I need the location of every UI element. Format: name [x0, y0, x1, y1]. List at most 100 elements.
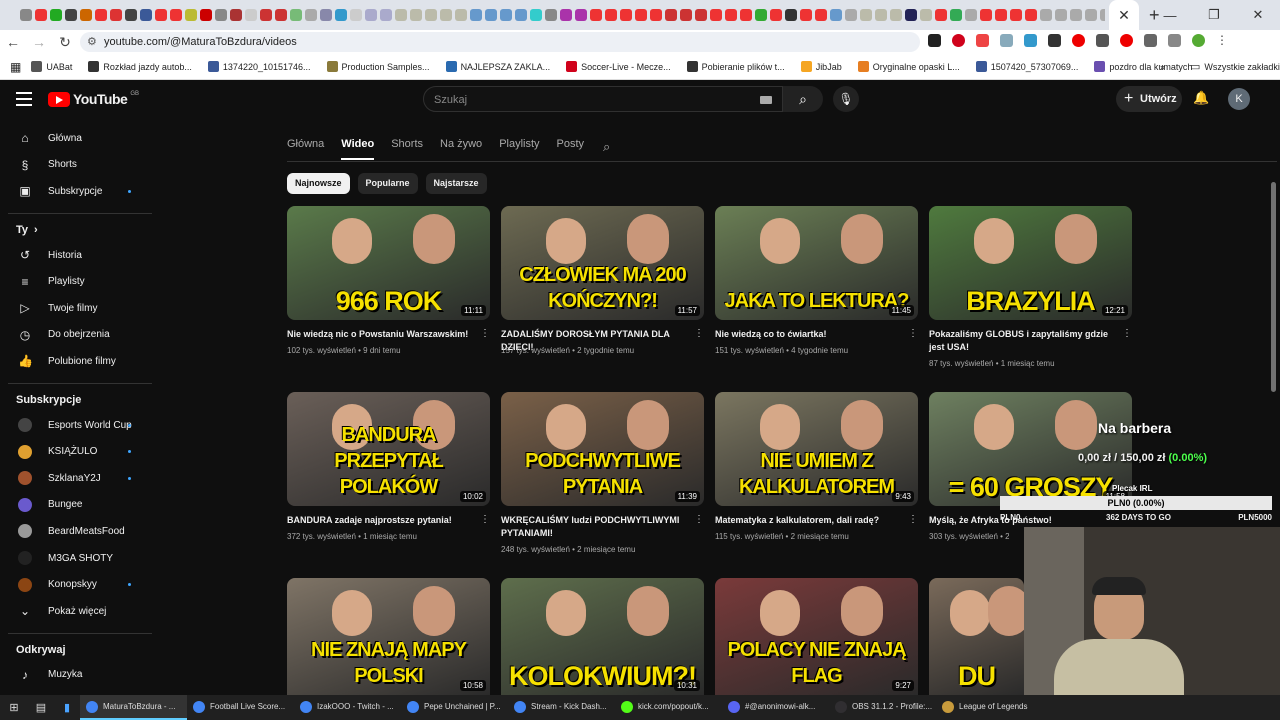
video-menu-kebab-icon[interactable]: ⋮ [694, 514, 704, 525]
extension-icon[interactable] [976, 34, 989, 47]
tab-favicon[interactable] [305, 9, 317, 21]
voice-search-button[interactable]: 🎙 [833, 86, 859, 112]
tab-favicon[interactable] [1085, 9, 1097, 21]
extension-icon[interactable] [1048, 34, 1061, 47]
tab-favicon[interactable] [215, 9, 227, 21]
tab-favicon[interactable] [725, 9, 737, 21]
video-thumbnail[interactable]: NIE UMIEM Z KALKULATOREM 9:43 [715, 392, 918, 506]
menu-icon[interactable] [16, 92, 32, 110]
video-menu-kebab-icon[interactable]: ⋮ [694, 328, 704, 339]
url-field[interactable]: ⚙ youtube.com/@MaturaToBzdura/videos [80, 32, 920, 52]
tab-favicon[interactable] [755, 9, 767, 21]
sidebar-item-polubione-filmy[interactable]: 👍 Polubione filmy [0, 348, 160, 375]
minimize-button[interactable]: — [1148, 8, 1192, 23]
active-tab-close[interactable]: ✕ [1109, 0, 1139, 30]
video-menu-kebab-icon[interactable]: ⋮ [480, 514, 490, 525]
sidebar-item-playlisty[interactable]: ≡ Playlisty [0, 268, 160, 295]
extension-icon[interactable] [1024, 34, 1037, 47]
tab-favicon[interactable] [350, 9, 362, 21]
sidebar-item-konopskyy[interactable]: Konopskyy [0, 571, 160, 598]
close-window-button[interactable]: ✕ [1236, 7, 1280, 23]
site-info-icon[interactable]: ⚙ [87, 32, 97, 52]
channel-search-icon[interactable]: ⌕ [603, 139, 610, 155]
back-button[interactable]: ← [0, 34, 26, 50]
bookmark-item[interactable]: Oryginalne opaski L... [853, 61, 965, 72]
tab-favicon[interactable] [740, 9, 752, 21]
tab-favicon[interactable] [245, 9, 257, 21]
sidebar-item-muzyka[interactable]: ♪ Muzyka [0, 662, 160, 689]
bookmark-item[interactable]: Production Samples... [322, 61, 435, 72]
tab-favicon[interactable] [830, 9, 842, 21]
tab-favicon[interactable] [1025, 9, 1037, 21]
taskbar-app[interactable]: OBS 31.1.2 - Profile:... [829, 695, 936, 720]
sort-chip[interactable]: Popularne [357, 173, 418, 194]
bookmark-item[interactable]: 1507420_57307069... [971, 61, 1084, 72]
tab-favicon[interactable] [455, 9, 467, 21]
tab-favicon[interactable] [560, 9, 572, 21]
video-thumbnail[interactable]: CZŁOWIEK MA 200 KOŃCZYN?! 11:57 [501, 206, 704, 320]
bookmark-item[interactable]: NAJLEPSZA ZAKLA... [441, 61, 556, 72]
create-button[interactable]: Utwórz [1116, 86, 1182, 112]
taskbar-app[interactable]: Pepe Unchained | P... [401, 695, 508, 720]
tab-favicon[interactable] [815, 9, 827, 21]
sort-chip[interactable]: Najstarsze [425, 173, 487, 194]
bookmark-item[interactable]: pozdro dla kumatych [1089, 61, 1197, 72]
tab-favicon[interactable] [485, 9, 497, 21]
sidebar-you-header[interactable]: Ty › [0, 222, 160, 242]
tab-favicon[interactable] [1055, 9, 1067, 21]
tab-favicon[interactable] [650, 9, 662, 21]
video-thumbnail[interactable]: PODCHWYTLIWE PYTANIA 11:39 [501, 392, 704, 506]
tab-favicon[interactable] [440, 9, 452, 21]
tab-posty[interactable]: Posty [557, 138, 585, 162]
sidebar-item-twoje-filmy[interactable]: ▷ Twoje filmy [0, 295, 160, 322]
tab-favicon[interactable] [290, 9, 302, 21]
bookmark-item[interactable]: Rozkład jazdy autob... [83, 61, 197, 72]
tab-favicon[interactable] [590, 9, 602, 21]
tab-favicon[interactable] [1040, 9, 1052, 21]
video-title[interactable]: WKRĘCALIŚMY ludzi PODCHWYTLIWYMI PYTANIA… [501, 514, 686, 540]
tab-favicon[interactable] [50, 9, 62, 21]
sidebar-item-subskrypcje[interactable]: ▣ Subskrypcje [0, 178, 160, 205]
video-thumbnail[interactable]: KOLOKWIUM?! 10:31 [501, 578, 704, 695]
video-thumbnail[interactable]: BANDURA PRZEPYTAŁ POLAKÓW 10:02 [287, 392, 490, 506]
tab-favicon[interactable] [470, 9, 482, 21]
tab-favicon[interactable] [785, 9, 797, 21]
extension-icon[interactable] [1096, 34, 1109, 47]
video-menu-kebab-icon[interactable]: ⋮ [480, 328, 490, 339]
sidebar-item-esports-world-cup[interactable]: Esports World Cup [0, 412, 160, 439]
video-menu-kebab-icon[interactable]: ⋮ [908, 514, 918, 525]
maximize-button[interactable]: ❐ [1192, 7, 1236, 23]
sidebar-item-do-obejrzenia[interactable]: ◷ Do obejrzenia [0, 322, 160, 349]
tab-favicon[interactable] [845, 9, 857, 21]
tab-favicon[interactable] [140, 9, 152, 21]
tab-favicon[interactable] [200, 9, 212, 21]
sidebar-item-beardmeatsfood[interactable]: BeardMeatsFood [0, 518, 160, 545]
extension-icon[interactable] [1072, 34, 1085, 47]
youtube-logo[interactable]: YouTube GB [48, 91, 139, 107]
tab-favicon[interactable] [605, 9, 617, 21]
apps-icon[interactable]: ▦ [0, 60, 26, 74]
tab-favicon[interactable] [530, 9, 542, 21]
tab-favicon[interactable] [950, 9, 962, 21]
tab-favicon[interactable] [575, 9, 587, 21]
tab-favicon[interactable] [335, 9, 347, 21]
tab-favicon[interactable] [365, 9, 377, 21]
search-button[interactable]: ⌕ [783, 86, 823, 112]
tab-favicon[interactable] [890, 9, 902, 21]
tab-favicon[interactable] [695, 9, 707, 21]
tab-favicon[interactable] [920, 9, 932, 21]
video-title[interactable]: Pokazaliśmy GLOBUS i zapytaliśmy gdzie j… [929, 328, 1114, 354]
account-avatar[interactable]: K [1228, 88, 1250, 110]
video-thumbnail[interactable]: POLACY NIE ZNAJĄ FLAG 9:27 [715, 578, 918, 695]
tab-favicon[interactable] [1010, 9, 1022, 21]
video-menu-kebab-icon[interactable]: ⋮ [908, 328, 918, 339]
extension-icon[interactable] [1120, 34, 1133, 47]
tab-wideo[interactable]: Wideo [341, 138, 375, 160]
tab-favicon[interactable] [230, 9, 242, 21]
more-bookmarks-icon[interactable]: » [1155, 62, 1170, 72]
sidebar-item-shorts[interactable]: § Shorts [0, 152, 160, 179]
video-title[interactable]: BANDURA zadaje najprostsze pytania! [287, 514, 472, 527]
bookmark-item[interactable]: 1374220_10151746... [203, 61, 316, 72]
tab-favicon[interactable] [95, 9, 107, 21]
tab-favicon[interactable] [170, 9, 182, 21]
